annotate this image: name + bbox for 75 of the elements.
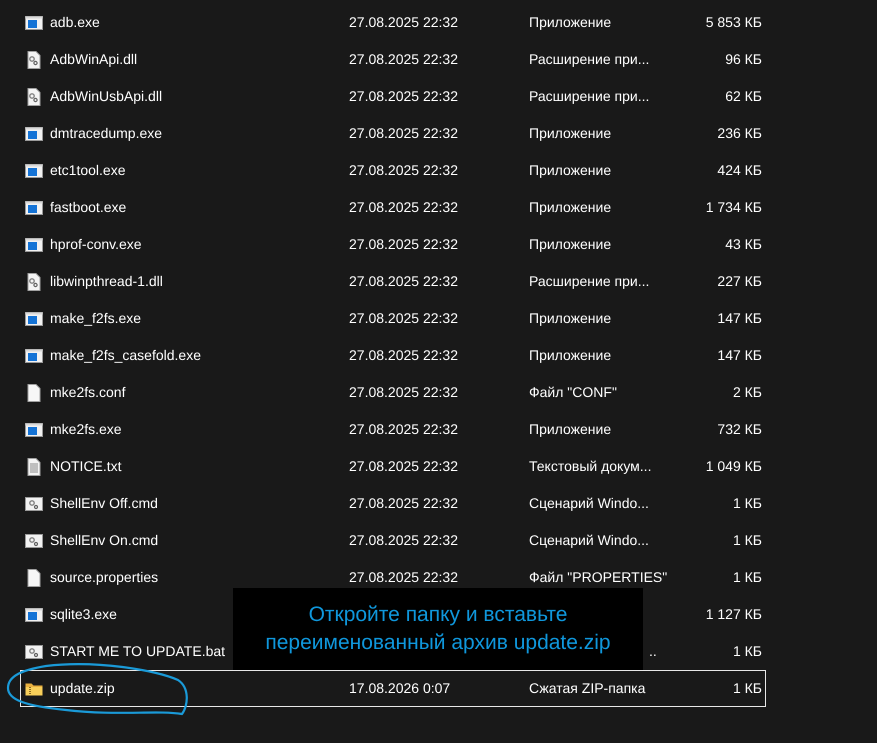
file-name: AdbWinApi.dll bbox=[50, 51, 138, 67]
file-size: 96 КБ bbox=[725, 51, 762, 67]
file-name: libwinpthread-1.dll bbox=[50, 273, 163, 289]
date-modified: 27.08.2025 22:32 bbox=[349, 162, 458, 178]
date-modified: 27.08.2025 22:32 bbox=[349, 495, 458, 511]
file-size: 1 049 КБ bbox=[706, 458, 762, 474]
file-name: mke2fs.conf bbox=[50, 384, 126, 400]
date-modified: 27.08.2025 22:32 bbox=[349, 14, 458, 30]
file-type: Текстовый докум... bbox=[529, 458, 652, 474]
date-modified: 27.08.2025 22:32 bbox=[349, 458, 458, 474]
file-type: Приложение bbox=[529, 125, 612, 141]
file-name: mke2fs.exe bbox=[50, 421, 122, 437]
file-name: ShellEnv Off.cmd bbox=[50, 495, 158, 511]
file-size: 5 853 КБ bbox=[706, 14, 762, 30]
file-name: etc1tool.exe bbox=[50, 162, 126, 178]
caption-line: переименованный архив update.zip bbox=[265, 630, 611, 656]
file-name: source.properties bbox=[50, 569, 158, 585]
file-type: Расширение при... bbox=[529, 88, 650, 104]
file-name: fastboot.exe bbox=[50, 199, 126, 215]
file-type: Приложение bbox=[529, 310, 612, 326]
caption-line: Откройте папку и вставьте bbox=[308, 602, 568, 628]
file-type: Сжатая ZIP-папка bbox=[529, 680, 646, 696]
file-name: ShellEnv On.cmd bbox=[50, 532, 158, 548]
file-size: 1 КБ bbox=[732, 495, 762, 511]
date-modified: 27.08.2025 22:32 bbox=[349, 273, 458, 289]
file-name: sqlite3.exe bbox=[50, 606, 117, 622]
file-size: 2 КБ bbox=[732, 384, 762, 400]
file-type: Приложение bbox=[529, 236, 612, 252]
file-name: make_f2fs_casefold.exe bbox=[50, 347, 201, 363]
date-modified: 27.08.2025 22:32 bbox=[349, 569, 458, 585]
file-type: .. bbox=[649, 643, 657, 659]
file-name: START ME TO UPDATE.bat bbox=[50, 643, 226, 659]
file-size: 147 КБ bbox=[717, 310, 762, 326]
date-modified: 27.08.2025 22:32 bbox=[349, 236, 458, 252]
file-size: 43 КБ bbox=[725, 236, 762, 252]
date-modified: 17.08.2026 0:07 bbox=[349, 680, 450, 696]
file-size: 147 КБ bbox=[717, 347, 762, 363]
file-name: AdbWinUsbApi.dll bbox=[50, 88, 162, 104]
file-type: Файл "CONF" bbox=[529, 384, 617, 400]
file-size: 1 734 КБ bbox=[706, 199, 762, 215]
file-size: 424 КБ bbox=[717, 162, 762, 178]
file-name: NOTICE.txt bbox=[50, 458, 122, 474]
file-type: Приложение bbox=[529, 162, 612, 178]
file-size: 236 КБ bbox=[717, 125, 762, 141]
date-modified: 27.08.2025 22:32 bbox=[349, 384, 458, 400]
date-modified: 27.08.2025 22:32 bbox=[349, 199, 458, 215]
file-name: adb.exe bbox=[50, 14, 100, 30]
file-name: make_f2fs.exe bbox=[50, 310, 142, 326]
file-size: 62 КБ bbox=[725, 88, 762, 104]
date-modified: 27.08.2025 22:32 bbox=[349, 125, 458, 141]
date-modified: 27.08.2025 22:32 bbox=[349, 310, 458, 326]
file-name: dmtracedump.exe bbox=[50, 125, 162, 141]
file-size: 732 КБ bbox=[717, 421, 762, 437]
date-modified: 27.08.2025 22:32 bbox=[349, 532, 458, 548]
file-type: Сценарий Windo... bbox=[529, 532, 649, 548]
file-type: Приложение bbox=[529, 14, 612, 30]
date-modified: 27.08.2025 22:32 bbox=[349, 88, 458, 104]
file-size: 1 КБ bbox=[732, 569, 762, 585]
file-name: hprof-conv.exe bbox=[50, 236, 142, 252]
date-modified: 27.08.2025 22:32 bbox=[349, 51, 458, 67]
file-type: Расширение при... bbox=[529, 51, 650, 67]
file-type: Сценарий Windo... bbox=[529, 495, 649, 511]
file-size: 1 КБ bbox=[732, 532, 762, 548]
file-type: Приложение bbox=[529, 199, 612, 215]
file-size: 1 КБ bbox=[732, 643, 762, 659]
date-modified: 27.08.2025 22:32 bbox=[349, 347, 458, 363]
file-type: Приложение bbox=[529, 347, 612, 363]
file-type: Приложение bbox=[529, 421, 612, 437]
file-size: 227 КБ bbox=[717, 273, 762, 289]
file-type: Файл "PROPERTIES" bbox=[529, 569, 668, 585]
file-size: 1 КБ bbox=[732, 680, 762, 696]
file-name: update.zip bbox=[50, 680, 115, 696]
file-size: 1 127 КБ bbox=[706, 606, 762, 622]
date-modified: 27.08.2025 22:32 bbox=[349, 421, 458, 437]
file-type: Расширение при... bbox=[529, 273, 650, 289]
